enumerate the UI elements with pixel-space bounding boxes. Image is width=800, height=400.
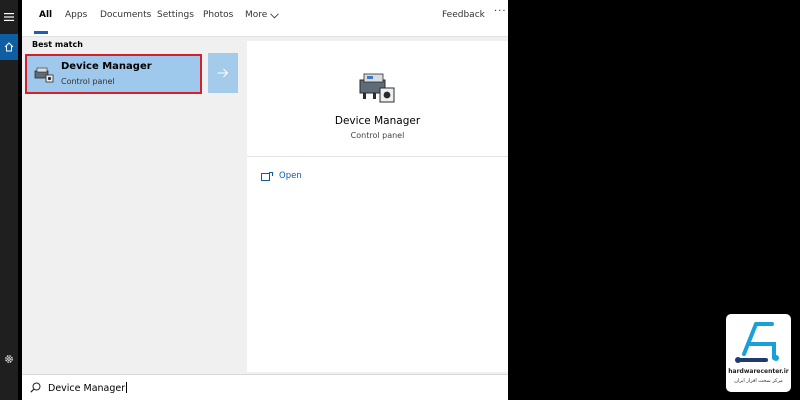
- watermark-site: hardwarecenter.ir: [728, 368, 789, 375]
- search-input-value: Device Manager: [48, 383, 126, 394]
- preview-divider: [247, 156, 508, 157]
- gear-icon: [5, 355, 13, 363]
- preview-subtitle: Control panel: [350, 131, 405, 140]
- active-tab-indicator: [34, 31, 48, 34]
- open-details-button[interactable]: [208, 53, 238, 93]
- preview-pane: Device Manager Control panel Open: [247, 41, 508, 372]
- results-list: Best match Device Manager Control panel: [22, 37, 238, 372]
- settings-button[interactable]: [0, 346, 18, 372]
- best-match-heading: Best match: [32, 40, 83, 49]
- result-subtitle: Control panel: [61, 77, 115, 86]
- device-manager-icon: [34, 67, 54, 83]
- search-panel: All Apps Documents Settings Photos More …: [22, 0, 508, 400]
- start-rail: [0, 0, 18, 400]
- chevron-down-icon[interactable]: [270, 13, 279, 19]
- open-action-label: Open: [279, 171, 302, 181]
- home-icon: [4, 42, 14, 52]
- tab-apps[interactable]: Apps: [65, 10, 87, 20]
- search-icon: [30, 382, 41, 393]
- search-tabs: All Apps Documents Settings Photos More …: [22, 0, 508, 37]
- best-match-result[interactable]: Device Manager Control panel: [25, 54, 202, 94]
- tab-settings[interactable]: Settings: [157, 10, 194, 20]
- result-title: Device Manager: [61, 61, 152, 72]
- tab-documents[interactable]: Documents: [100, 10, 151, 20]
- text-caret: [126, 382, 128, 393]
- tab-photos[interactable]: Photos: [203, 10, 233, 20]
- feedback-link[interactable]: Feedback: [442, 10, 485, 20]
- tab-all[interactable]: All: [39, 10, 52, 20]
- arrow-right-icon: [217, 68, 229, 78]
- hamburger-menu-button[interactable]: [0, 4, 18, 30]
- tab-more[interactable]: More: [245, 10, 267, 20]
- preview-title: Device Manager: [334, 115, 421, 127]
- hamburger-icon: [4, 13, 14, 21]
- more-options-button[interactable]: ···: [494, 6, 507, 17]
- home-button[interactable]: [0, 34, 18, 60]
- watermark-logo: hardwarecenter.ir مرکز سخت افزار ایران: [726, 314, 791, 392]
- search-input[interactable]: Device Manager: [48, 382, 128, 394]
- search-box[interactable]: Device Manager: [22, 374, 508, 400]
- watermark-tagline: مرکز سخت افزار ایران: [734, 378, 783, 384]
- open-window-icon: [261, 171, 273, 181]
- hardwarecenter-logo-icon: [735, 322, 779, 363]
- device-manager-icon: [359, 73, 395, 103]
- open-action[interactable]: Open: [261, 171, 302, 181]
